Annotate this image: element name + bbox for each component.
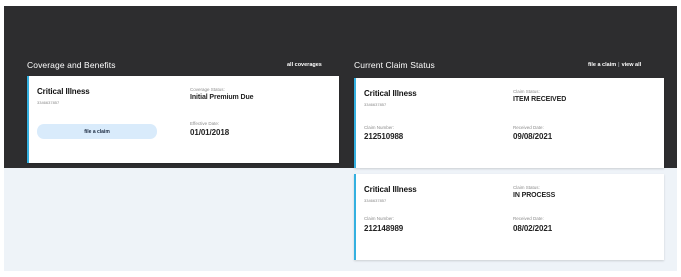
policy-number: 3346637857 <box>364 102 387 107</box>
coverage-section-title: Coverage and Benefits <box>27 60 116 70</box>
claim-status-value: ITEM RECEIVED <box>513 96 567 103</box>
effective-date-label: Effective Date: <box>190 121 220 126</box>
claim-number-label: Claim Number: <box>364 216 395 221</box>
coverage-card[interactable]: Critical Illness 3346637857 Coverage Sta… <box>27 76 339 163</box>
claims-links: file a claim | view all <box>588 62 641 68</box>
claim-card[interactable]: Critical Illness 3346637857 Claim Number… <box>354 174 664 260</box>
received-date-label: Received Date: <box>513 216 544 221</box>
file-claim-link[interactable]: file a claim <box>588 62 616 68</box>
claim-card-title: Critical Illness <box>364 89 417 98</box>
claims-section-title: Current Claim Status <box>354 60 435 70</box>
claim-number-label: Claim Number: <box>364 125 395 130</box>
policy-number: 3346637857 <box>37 100 60 105</box>
claim-card[interactable]: Critical Illness 3346637857 Claim Number… <box>354 78 664 168</box>
page-frame: Coverage and Benefits all coverages Crit… <box>4 6 677 271</box>
effective-date-value: 01/01/2018 <box>190 128 230 137</box>
coverage-card-title: Critical Illness <box>37 87 90 96</box>
claim-status-label: Claim Status: <box>513 89 540 94</box>
claim-status-value: IN PROCESS <box>513 192 556 199</box>
received-date-value: 08/02/2021 <box>513 224 553 233</box>
file-claim-button[interactable]: file a claim <box>37 124 157 139</box>
claim-status-label: Claim Status: <box>513 185 540 190</box>
received-date-label: Received Date: <box>513 125 544 130</box>
claim-number-value: 212510988 <box>364 132 404 141</box>
coverage-status-value: Initial Premium Due <box>190 94 254 101</box>
coverage-status-label: Coverage Status: <box>190 87 225 92</box>
claim-number-value: 212148989 <box>364 224 404 233</box>
view-all-link[interactable]: view all <box>622 62 642 68</box>
received-date-value: 09/08/2021 <box>513 132 553 141</box>
claim-card-title: Critical Illness <box>364 185 417 194</box>
all-coverages-link[interactable]: all coverages <box>287 62 322 68</box>
policy-number: 3346637857 <box>364 198 387 203</box>
